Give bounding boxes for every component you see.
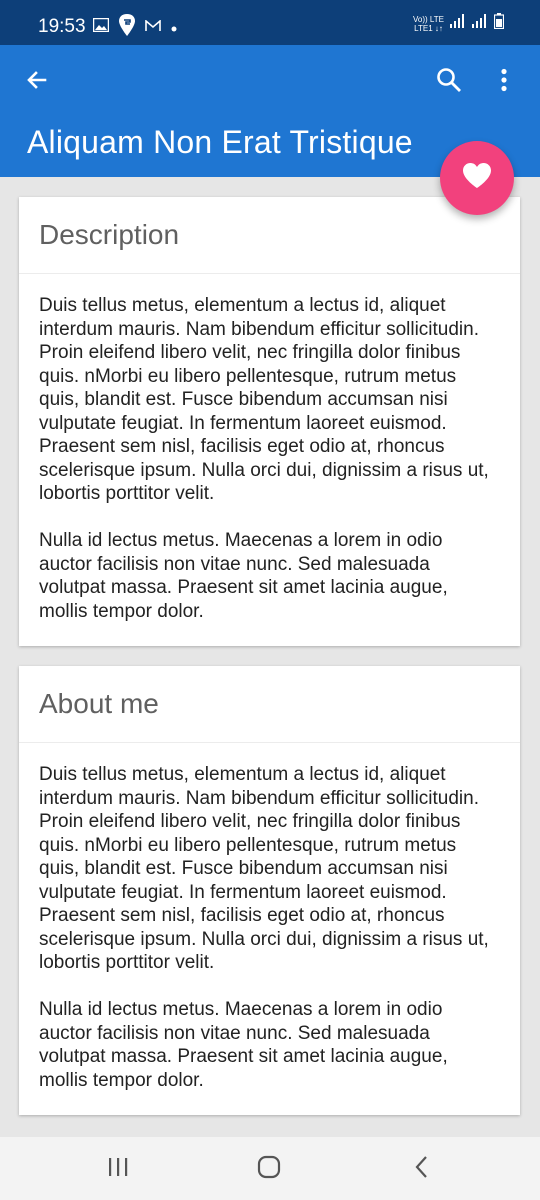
description-card: Description Duis tellus metus, elementum…	[19, 197, 520, 646]
page-title: Aliquam Non Erat Tristique	[27, 124, 413, 160]
card-title: Description	[19, 197, 520, 274]
card-body: Duis tellus metus, elementum a lectus id…	[19, 274, 520, 623]
status-time: 19:53	[38, 16, 86, 37]
network-bottom-label: LTE1 ↓↑	[414, 23, 443, 33]
arrow-back-icon	[25, 68, 49, 97]
image-icon	[92, 17, 110, 37]
back-button[interactable]	[15, 60, 59, 104]
more-options-button[interactable]	[482, 60, 526, 104]
network-indicator: Vo)) LTE LTE1 ↓↑	[413, 15, 444, 33]
search-icon	[436, 67, 462, 98]
more-vert-icon	[500, 68, 508, 97]
back-icon	[414, 1155, 428, 1183]
home-icon	[257, 1155, 281, 1184]
card-paragraph: Nulla id lectus metus. Maecenas a lorem …	[39, 999, 448, 1091]
recents-icon	[107, 1157, 129, 1182]
card-paragraph: Duis tellus metus, elementum a lectus id…	[39, 764, 489, 973]
card-body: Duis tellus metus, elementum a lectus id…	[19, 743, 520, 1092]
search-button[interactable]	[427, 60, 471, 104]
signal-icon	[450, 14, 466, 33]
battery-icon	[493, 13, 505, 34]
notification-icons	[92, 14, 177, 41]
favorite-fab-button[interactable]	[440, 141, 514, 215]
card-paragraph: Nulla id lectus metus. Maecenas a lorem …	[39, 530, 448, 622]
signal-icon	[472, 14, 488, 33]
card-paragraph: Duis tellus metus, elementum a lectus id…	[39, 295, 489, 504]
heart-icon	[462, 162, 492, 194]
system-nav-bar	[0, 1137, 540, 1200]
nav-back-button[interactable]	[401, 1152, 441, 1186]
home-button[interactable]	[249, 1152, 289, 1186]
status-bar: 19:53 Vo)) LTE LTE1 ↓↑	[0, 0, 540, 45]
card-title: About me	[19, 666, 520, 743]
recents-button[interactable]	[98, 1152, 138, 1186]
about-me-card: About me Duis tellus metus, elementum a …	[19, 666, 520, 1115]
dot-icon	[171, 19, 177, 37]
gmail-icon	[145, 18, 161, 37]
system-status-icons: Vo)) LTE LTE1 ↓↑	[413, 13, 505, 34]
swiggy-icon	[119, 14, 135, 41]
network-top-label: Vo)) LTE	[413, 14, 444, 24]
